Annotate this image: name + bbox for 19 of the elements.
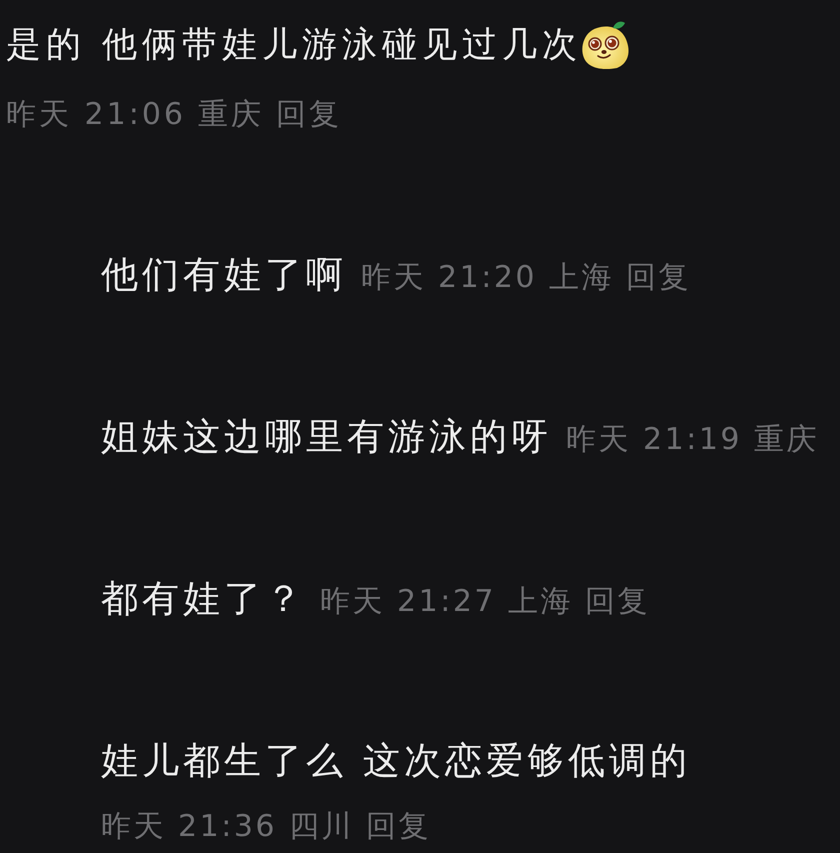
reply-button[interactable]: 回复	[366, 807, 431, 847]
reply-text: 都有娃了？	[101, 576, 306, 622]
timestamp: 昨天 21:06	[6, 96, 186, 134]
location-label: 上海	[549, 259, 614, 297]
reply-button[interactable]: 回复	[276, 95, 342, 135]
comment-text: 是的 他俩带娃儿游泳碰见过几次	[6, 24, 582, 67]
timestamp: 昨天 21:20	[361, 259, 537, 297]
timestamp: 昨天 21:36	[101, 808, 277, 846]
timestamp: 昨天 21:27	[320, 583, 496, 621]
location-label: 四川	[289, 808, 354, 846]
location-label: 上海	[508, 583, 573, 621]
location-label: 重庆	[198, 96, 264, 134]
reply-button[interactable]: 回复	[626, 258, 691, 298]
location-label: 重庆	[754, 421, 819, 459]
reply-text: 娃儿都生了么 这次恋爱够低调的	[101, 738, 691, 784]
timestamp: 昨天 21:19	[566, 421, 742, 459]
reply-button[interactable]: 回复	[585, 582, 650, 622]
reply-text: 姐妹这边哪里有游泳的呀	[101, 414, 552, 460]
reply-text: 他们有娃了啊	[101, 252, 347, 298]
